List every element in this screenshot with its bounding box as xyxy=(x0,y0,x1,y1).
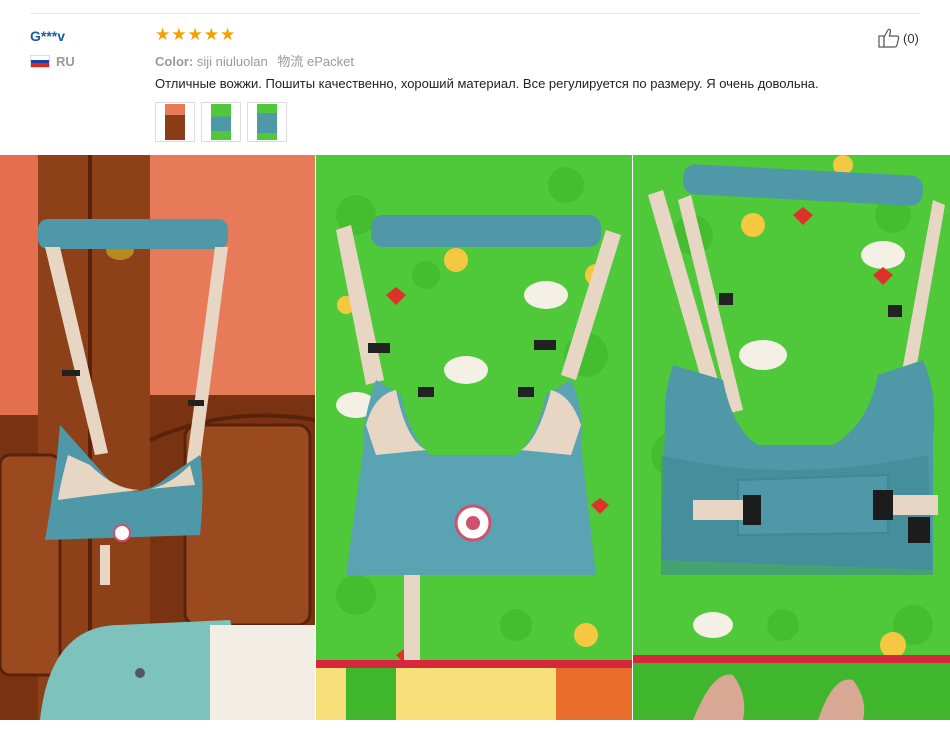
color-value: siji niuluolan xyxy=(196,54,268,69)
color-label: Color: xyxy=(155,54,194,69)
harness-front-photo xyxy=(316,155,632,720)
review-text: Отличные вожжи. Пошиты качественно, хоро… xyxy=(155,76,819,91)
harness-on-door-photo xyxy=(0,155,315,720)
order-info: Color: siji niuluolan 物流 ePacket xyxy=(155,51,354,70)
star-icon: ★ xyxy=(155,25,171,44)
star-icon: ★ xyxy=(203,25,219,44)
star-rating: ★ ★ ★ ★ ★ xyxy=(155,26,235,44)
thumbnail-2[interactable] xyxy=(201,102,241,142)
thumbnail-3[interactable] xyxy=(247,102,287,142)
star-icon: ★ xyxy=(171,25,187,44)
review-photo-2[interactable] xyxy=(316,155,632,720)
russia-flag-icon xyxy=(30,55,50,68)
reviewer-name: G***v xyxy=(30,28,66,44)
helpful-count: (0) xyxy=(903,30,919,46)
review-photos xyxy=(0,155,950,720)
star-icon: ★ xyxy=(187,25,203,44)
helpful-button[interactable]: (0) xyxy=(878,28,919,48)
harness-back-photo xyxy=(633,155,950,720)
review-thumbnails xyxy=(155,102,287,142)
logistics-value: ePacket xyxy=(307,54,354,69)
reviewer-country: RU xyxy=(30,54,75,69)
thumbnail-1[interactable] xyxy=(155,102,195,142)
logistics-label: 物流 xyxy=(277,54,304,69)
star-icon: ★ xyxy=(220,25,236,44)
review-photo-3[interactable] xyxy=(633,155,950,720)
thumbs-up-icon xyxy=(878,28,900,48)
review-photo-1[interactable] xyxy=(0,155,315,720)
country-code: RU xyxy=(56,54,75,69)
top-divider xyxy=(30,13,920,14)
